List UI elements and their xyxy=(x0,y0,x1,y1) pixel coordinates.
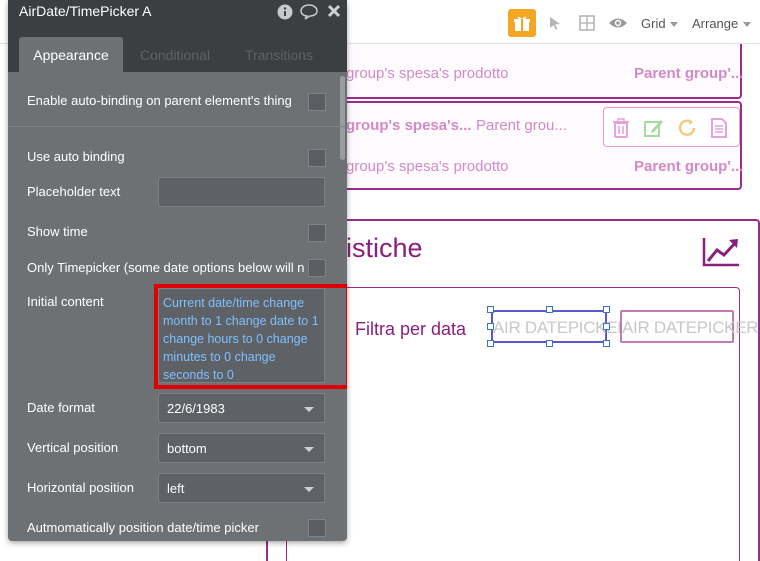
enable-autobinding-checkbox[interactable] xyxy=(308,93,326,111)
resize-handle[interactable] xyxy=(603,340,610,347)
layout-grid-icon[interactable] xyxy=(577,13,597,33)
tab-transitions[interactable]: Transitions xyxy=(230,37,328,72)
document-icon[interactable] xyxy=(708,117,730,139)
cell-parent-text: Parent grou... xyxy=(476,117,567,134)
air-datepicker[interactable]: AIR DATEPICKER xyxy=(620,310,759,343)
highlight-box xyxy=(154,284,347,389)
resize-handle[interactable] xyxy=(546,340,553,347)
datepicker-text: AIR DATEPICKER xyxy=(622,318,759,337)
cell-spesa-text: group's spesa's... xyxy=(346,117,472,134)
chevron-down-icon xyxy=(304,407,314,412)
cell-parent-text: Parent group'... xyxy=(634,158,744,175)
only-timepicker-label: Only Timepicker (some date options below… xyxy=(27,260,305,275)
filter-label: Filtra per data xyxy=(355,319,467,339)
trending-up-icon xyxy=(702,236,740,268)
chevron-down-icon xyxy=(304,447,314,452)
date-format-dropdown[interactable]: 22/6/1983 xyxy=(158,393,325,423)
show-time-label: Show time xyxy=(27,224,88,239)
chevron-down-icon xyxy=(304,487,314,492)
date-format-value: 22/6/1983 xyxy=(167,401,225,416)
panel-header: AirDate/TimePicker A Appearance Conditio… xyxy=(8,0,347,72)
chevron-down-icon xyxy=(670,22,678,27)
initial-content-label: Initial content xyxy=(27,294,104,309)
auto-position-checkbox[interactable] xyxy=(308,519,326,537)
chevron-down-icon xyxy=(743,22,751,27)
resize-handle[interactable] xyxy=(487,323,494,330)
resize-handle[interactable] xyxy=(546,306,553,313)
auto-position-label: Autmomatically position date/time picker xyxy=(27,520,259,535)
cell-text: group's spesa's prodotto xyxy=(346,158,509,175)
pointer-icon[interactable] xyxy=(545,13,565,33)
resize-handle[interactable] xyxy=(487,306,494,313)
edit-icon[interactable] xyxy=(643,117,665,139)
cell-action-group xyxy=(603,107,740,147)
info-icon[interactable] xyxy=(277,4,293,20)
show-time-checkbox[interactable] xyxy=(308,224,326,242)
panel-scrollbar[interactable] xyxy=(340,76,345,160)
placeholder-text-input[interactable] xyxy=(158,177,325,207)
placeholder-text-label: Placeholder text xyxy=(27,184,121,199)
cell-text: group's spesa's prodotto xyxy=(346,65,509,82)
statistics-title: istiche xyxy=(346,233,423,263)
refresh-icon[interactable] xyxy=(676,117,698,139)
date-format-label: Date format xyxy=(27,400,95,415)
property-editor-panel: AirDate/TimePicker A Appearance Conditio… xyxy=(8,0,347,541)
horizontal-position-value: left xyxy=(167,481,185,496)
trash-icon[interactable] xyxy=(610,117,632,139)
grid-menu-label[interactable]: Grid xyxy=(641,16,666,31)
horizontal-position-label: Horizontal position xyxy=(27,480,134,495)
vertical-position-dropdown[interactable]: bottom xyxy=(158,433,325,463)
comment-icon[interactable] xyxy=(300,4,318,20)
section-divider xyxy=(8,126,347,127)
vertical-position-value: bottom xyxy=(167,441,207,456)
only-timepicker-checkbox[interactable] xyxy=(308,259,326,277)
panel-title: AirDate/TimePicker A xyxy=(19,3,152,19)
resize-handle[interactable] xyxy=(603,306,610,313)
vertical-position-label: Vertical position xyxy=(27,440,119,455)
tab-appearance[interactable]: Appearance xyxy=(19,37,123,72)
eye-icon[interactable] xyxy=(608,13,628,33)
horizontal-position-dropdown[interactable]: left xyxy=(158,473,325,503)
editor-root: Grid Arrange group's spesa's prodotto Pa… xyxy=(0,0,760,561)
cell-parent-text: Parent group'... xyxy=(634,65,744,82)
tab-conditional[interactable]: Conditional xyxy=(128,37,222,72)
use-auto-binding-checkbox[interactable] xyxy=(308,149,326,167)
air-datepicker-selected[interactable]: AIR DATEPICKER xyxy=(491,310,630,343)
resize-handle[interactable] xyxy=(603,323,610,330)
use-auto-binding-label: Use auto binding xyxy=(27,149,125,164)
close-icon[interactable] xyxy=(327,4,343,20)
gift-icon[interactable] xyxy=(508,9,536,37)
resize-handle[interactable] xyxy=(487,340,494,347)
datepicker-text: AIR DATEPICKER xyxy=(493,318,630,337)
enable-autobinding-label: Enable auto-binding on parent element's … xyxy=(27,93,292,108)
arrange-menu-label[interactable]: Arrange xyxy=(692,16,738,31)
